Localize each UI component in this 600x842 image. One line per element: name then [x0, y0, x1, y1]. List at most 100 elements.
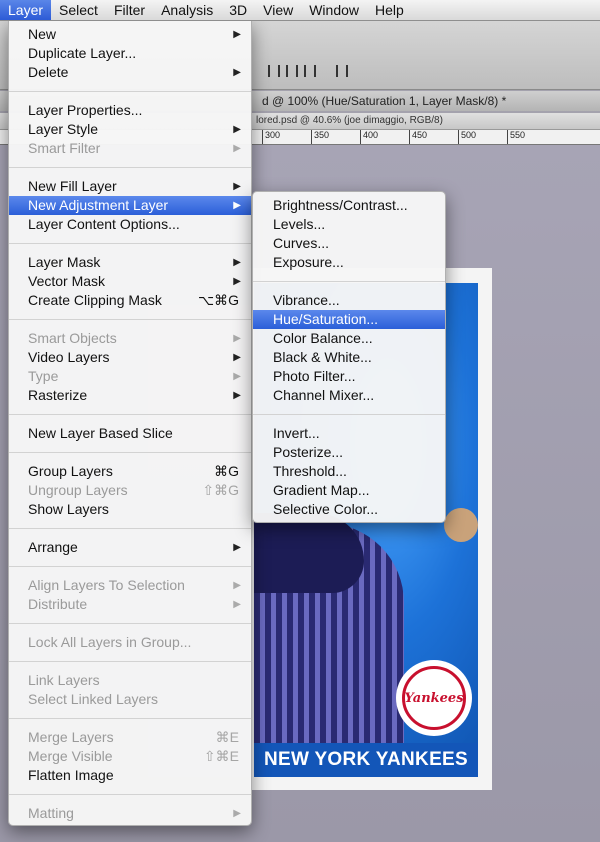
- adjustment-menu-item-curves[interactable]: Curves...: [253, 234, 445, 253]
- menu-separator: [9, 528, 251, 529]
- menu-item-label: Layer Content Options...: [28, 216, 180, 232]
- layer-menu-item-layer-style[interactable]: Layer Style ▶: [9, 120, 251, 139]
- layer-menu-item-video-layers[interactable]: Video Layers ▶: [9, 348, 251, 367]
- auto-align-layers-icon[interactable]: [336, 65, 348, 77]
- menubar-item-layer[interactable]: Layer: [0, 0, 52, 20]
- adjustment-menu-item-selective-color[interactable]: Selective Color...: [253, 500, 445, 519]
- menu-item-label: New Fill Layer: [28, 178, 117, 194]
- ruler-tick-label: 300: [262, 130, 280, 144]
- menu-item-label: Posterize...: [273, 444, 344, 460]
- submenu-arrow-icon: ▶: [233, 580, 241, 591]
- menu-item-label: Group Layers: [28, 463, 113, 479]
- menu-separator: [9, 623, 251, 624]
- menu-separator: [9, 661, 251, 662]
- menu-item-label: Vibrance...: [273, 292, 340, 308]
- adjustment-menu-item-invert[interactable]: Invert...: [253, 424, 445, 443]
- layer-menu-item-new[interactable]: New ▶: [9, 25, 251, 44]
- menu-item-label: Brightness/Contrast...: [273, 197, 408, 213]
- menu-item-label: Duplicate Layer...: [28, 45, 137, 61]
- yankees-logo-text: Yankees: [402, 666, 466, 730]
- menu-item-label: Video Layers: [28, 349, 110, 365]
- submenu-arrow-icon: ▶: [233, 390, 241, 401]
- menu-item-label: Smart Filter: [28, 140, 101, 156]
- layer-menu-item-ungroup-layers: Ungroup Layers ⇧⌘G: [9, 481, 251, 500]
- align-left-edges-icon[interactable]: [268, 65, 280, 77]
- layer-menu-item-smart-filter: Smart Filter ▶: [9, 139, 251, 158]
- menubar-item-view[interactable]: View: [255, 0, 301, 20]
- ruler-tick-label: 400: [360, 130, 378, 144]
- yankees-logo: Yankees: [396, 660, 472, 736]
- layer-menu-item-merge-visible: Merge Visible ⇧⌘E: [9, 747, 251, 766]
- layer-menu-item-rasterize[interactable]: Rasterize ▶: [9, 386, 251, 405]
- menu-item-label: Smart Objects: [28, 330, 117, 346]
- ruler-tick-label: 450: [409, 130, 427, 144]
- menubar-item-help[interactable]: Help: [367, 0, 412, 20]
- ruler-tick-label: 500: [458, 130, 476, 144]
- menubar-item-window[interactable]: Window: [301, 0, 367, 20]
- layer-menu-item-duplicate-layer[interactable]: Duplicate Layer...: [9, 44, 251, 63]
- layer-menu-item-layer-content-options[interactable]: Layer Content Options...: [9, 215, 251, 234]
- adjustment-menu-item-threshold[interactable]: Threshold...: [253, 462, 445, 481]
- menu-item-label: Layer Properties...: [28, 102, 143, 118]
- layer-menu-item-flatten-image[interactable]: Flatten Image: [9, 766, 251, 785]
- submenu-arrow-icon: ▶: [233, 257, 241, 268]
- align-horizontal-centers-icon[interactable]: [286, 65, 298, 77]
- layer-menu-item-show-layers[interactable]: Show Layers: [9, 500, 251, 519]
- menu-item-label: Type: [28, 368, 59, 384]
- layer-menu-item-distribute: Distribute ▶: [9, 595, 251, 614]
- adjustment-menu-item-levels[interactable]: Levels...: [253, 215, 445, 234]
- adjustment-menu-item-posterize[interactable]: Posterize...: [253, 443, 445, 462]
- menu-item-label: Show Layers: [28, 501, 109, 517]
- adjustment-menu-item-channel-mixer[interactable]: Channel Mixer...: [253, 386, 445, 405]
- menu-shortcut: ⇧⌘G: [202, 482, 239, 498]
- layer-menu-item-create-clipping-mask[interactable]: Create Clipping Mask ⌥⌘G: [9, 291, 251, 310]
- adjustment-menu-item-brightness-contrast[interactable]: Brightness/Contrast...: [253, 196, 445, 215]
- layer-menu-item-layer-properties[interactable]: Layer Properties...: [9, 101, 251, 120]
- adjustment-menu-item-hue-saturation[interactable]: Hue/Saturation...: [253, 310, 445, 329]
- menu-item-label: Ungroup Layers: [28, 482, 128, 498]
- menu-item-label: Vector Mask: [28, 273, 106, 289]
- submenu-arrow-icon: ▶: [233, 67, 241, 78]
- submenu-arrow-icon: ▶: [233, 599, 241, 610]
- menu-item-label: Invert...: [273, 425, 320, 441]
- ruler-tick-label: 350: [311, 130, 329, 144]
- menubar-item-3d[interactable]: 3D: [221, 0, 255, 20]
- menu-item-label: Lock All Layers in Group...: [28, 634, 192, 650]
- menu-separator: [9, 718, 251, 719]
- layer-menu-item-merge-layers: Merge Layers ⌘E: [9, 728, 251, 747]
- layer-menu-item-new-layer-based-slice[interactable]: New Layer Based Slice: [9, 424, 251, 443]
- menu-item-label: Curves...: [273, 235, 330, 251]
- layer-menu-item-layer-mask[interactable]: Layer Mask ▶: [9, 253, 251, 272]
- menu-item-label: Flatten Image: [28, 767, 114, 783]
- layer-menu-item-select-linked-layers: Select Linked Layers: [9, 690, 251, 709]
- submenu-arrow-icon: ▶: [233, 200, 241, 211]
- adjustment-menu-item-color-balance[interactable]: Color Balance...: [253, 329, 445, 348]
- menubar-item-filter[interactable]: Filter: [106, 0, 153, 20]
- menu-separator: [9, 452, 251, 453]
- menu-shortcut: ⌘G: [214, 463, 239, 479]
- layer-menu-item-arrange[interactable]: Arrange ▶: [9, 538, 251, 557]
- adjustment-menu-item-exposure[interactable]: Exposure...: [253, 253, 445, 272]
- adjustment-menu-item-photo-filter[interactable]: Photo Filter...: [253, 367, 445, 386]
- adjustment-menu-item-black-white[interactable]: Black & White...: [253, 348, 445, 367]
- adjustment-menu-item-gradient-map[interactable]: Gradient Map...: [253, 481, 445, 500]
- layer-menu-item-vector-mask[interactable]: Vector Mask ▶: [9, 272, 251, 291]
- submenu-arrow-icon: ▶: [233, 29, 241, 40]
- menu-item-label: Layer Mask: [28, 254, 101, 270]
- menu-item-label: Arrange: [28, 539, 78, 555]
- menubar-item-analysis[interactable]: Analysis: [153, 0, 221, 20]
- menu-separator: [9, 794, 251, 795]
- menubar-item-select[interactable]: Select: [51, 0, 106, 20]
- menu-item-label: Threshold...: [273, 463, 347, 479]
- menu-item-label: Matting: [28, 805, 74, 821]
- adjustment-menu-item-vibrance[interactable]: Vibrance...: [253, 291, 445, 310]
- menu-shortcut: ⌘E: [215, 729, 239, 745]
- layer-menu-item-delete[interactable]: Delete ▶: [9, 63, 251, 82]
- layer-menu-item-new-adjustment-layer[interactable]: New Adjustment Layer ▶: [9, 196, 251, 215]
- player-hand: [444, 508, 478, 542]
- menu-item-label: Distribute: [28, 596, 88, 612]
- menu-item-label: New Layer Based Slice: [28, 425, 173, 441]
- align-right-edges-icon[interactable]: [304, 65, 316, 77]
- layer-menu-item-new-fill-layer[interactable]: New Fill Layer ▶: [9, 177, 251, 196]
- layer-menu-item-group-layers[interactable]: Group Layers ⌘G: [9, 462, 251, 481]
